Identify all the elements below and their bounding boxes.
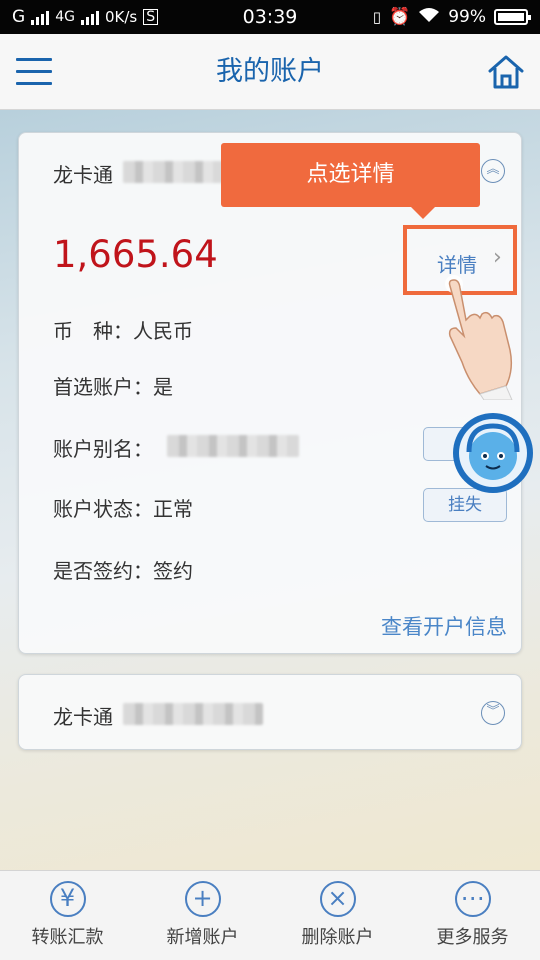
account-alias-label: 账户别名： [53,437,153,461]
tab-add-account[interactable]: + 新增账户 [135,871,270,960]
customer-service-avatar-icon[interactable] [452,412,534,494]
x-circle-icon: × [319,881,356,917]
plus-circle-icon: + [184,881,221,917]
currency-row: 币 种：人民币 [53,315,193,344]
battery-icon [494,9,531,25]
preferred-account-row: 首选账户：是 [53,371,173,400]
app-header: 我的账户 [0,34,540,110]
tab-more-services-label: 更多服务 [436,927,509,948]
masked-account-number-2 [123,703,263,725]
status-time: 03:39 [242,6,298,28]
home-icon[interactable] [486,52,526,92]
signed-row: 是否签约：签约 [53,555,193,584]
account-name: 龙卡通 [53,163,113,187]
status-bar: G 4G 0K/s S 03:39 ▯ ⏰ 99% [0,0,540,34]
masked-account-number [123,161,223,183]
circle-double-chevron-up-icon[interactable]: ︽ [481,159,505,183]
account-balance: 1,665.64 [53,233,218,276]
more-dots-icon: ⋯ [454,881,491,917]
signed-value: 签约 [153,559,193,583]
account-card-2[interactable]: 龙卡通 ︾ [18,674,522,750]
tab-transfer-label: 转账汇款 [31,927,104,948]
tooltip-select-detail: 点选详情 [221,143,480,219]
currency-label: 币 种： [53,319,133,343]
tab-delete-account-label: 删除账户 [301,927,374,948]
tab-transfer[interactable]: ¥ 转账汇款 [0,871,135,960]
account-status-value: 正常 [153,497,193,521]
tab-delete-account[interactable]: × 删除账户 [270,871,405,960]
preferred-account-value: 是 [153,375,173,399]
page-title: 我的账户 [216,56,324,87]
bottom-nav: ¥ 转账汇款 + 新增账户 × 删除账户 ⋯ 更多服务 [0,870,540,960]
account-alias-row: 账户别名： [53,433,153,462]
signed-label: 是否签约： [53,559,153,583]
circle-double-chevron-down-icon[interactable]: ︾ [481,701,505,725]
view-open-info-link[interactable]: 查看开户信息 [381,611,507,641]
account-status-label: 账户状态： [53,497,153,521]
account-name-2: 龙卡通 [53,705,113,729]
account-status-row: 账户状态：正常 [53,493,193,522]
preferred-account-label: 首选账户： [53,375,153,399]
masked-account-alias [167,435,299,457]
tab-add-account-label: 新增账户 [166,927,239,948]
chevron-right-icon: › [493,245,502,270]
currency-value: 人民币 [133,319,193,343]
tab-more-services[interactable]: ⋯ 更多服务 [405,871,540,960]
pointing-hand-icon [440,270,530,401]
yuan-transfer-icon: ¥ [49,881,86,917]
